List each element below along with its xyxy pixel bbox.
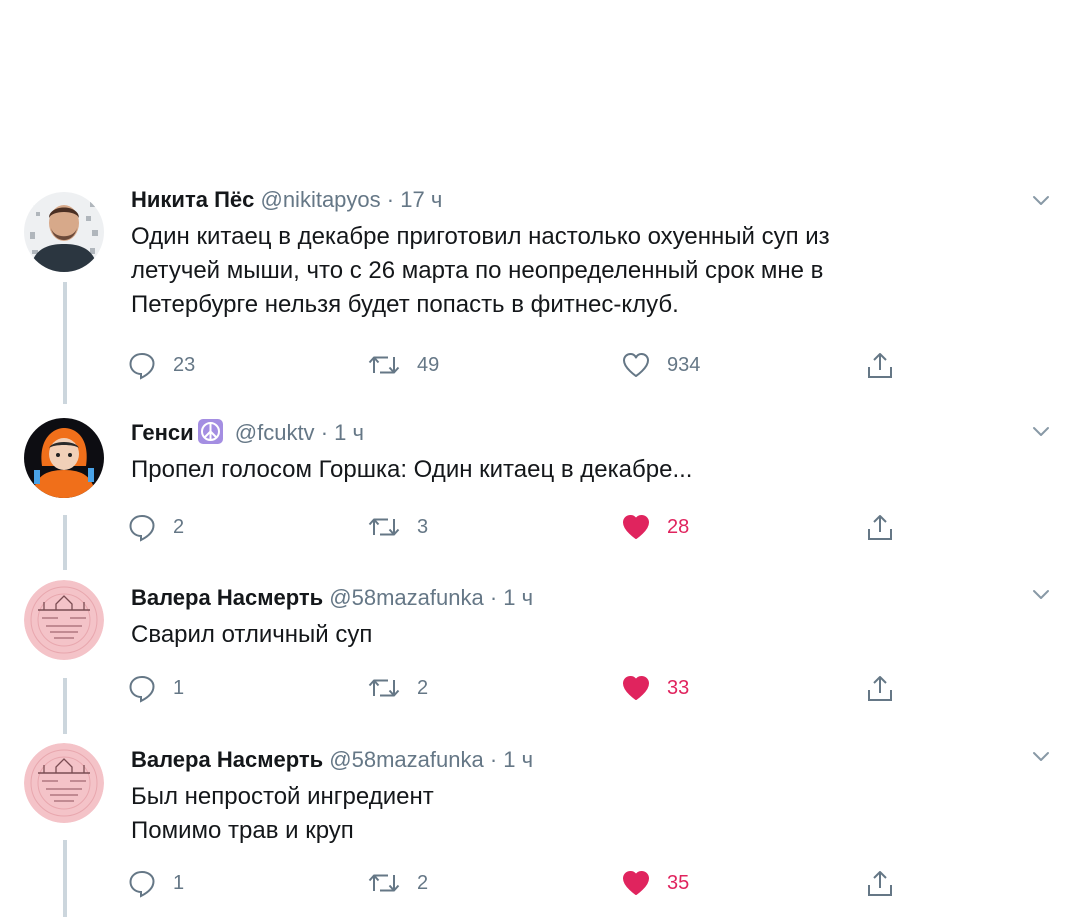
avatar[interactable] [24, 743, 104, 823]
heart-filled-icon [621, 868, 651, 898]
tweet-text: Пропел голосом Горшка: Один китаец в дек… [131, 453, 1052, 487]
tweet-actions: 1 2 35 [127, 866, 1027, 900]
thread-line [63, 678, 67, 734]
reply-button[interactable]: 23 [127, 348, 195, 382]
retweet-button[interactable]: 2 [367, 671, 428, 705]
reply-count: 1 [173, 676, 185, 699]
like-count: 934 [667, 353, 701, 376]
author-handle[interactable]: @fcuktv [235, 420, 315, 445]
heart-filled-icon [621, 673, 651, 703]
reply-icon [127, 350, 157, 380]
reply-count: 23 [173, 353, 196, 376]
retweet-button[interactable]: 49 [367, 348, 439, 382]
tweet-text: Был непростой ингредиент Помимо трав и к… [131, 780, 1052, 848]
avatar[interactable] [24, 580, 104, 660]
heart-icon [621, 350, 651, 380]
share-icon [865, 868, 895, 898]
share-button[interactable] [865, 866, 895, 900]
tweet-content: Никита Пёс @nikitapyos · 17 ч Один китае… [131, 186, 1052, 322]
separator-dot: · [489, 585, 498, 610]
tweet-content: Валера Насмерть @58mazafunka · 1 ч Был н… [131, 746, 1052, 848]
reply-button[interactable]: 1 [127, 671, 184, 705]
thread-line [63, 282, 67, 404]
tweet-text: Один китаец в декабре приготовил настоль… [131, 220, 1052, 322]
author-name[interactable]: Никита Пёс [131, 187, 254, 212]
author-name[interactable]: Генси [131, 420, 194, 445]
tweet-text-line: Помимо трав и круп [131, 817, 354, 844]
tweet-text-line: летучей мыши, что с 26 марта по неопреде… [131, 257, 824, 284]
retweet-count: 3 [417, 515, 429, 538]
chevron-down-icon[interactable] [1030, 746, 1052, 768]
tweet[interactable] [0, 0, 1080, 272]
tweet-text: Сварил отличный суп [131, 618, 1052, 652]
tweet-text-line: Был непростой ингредиент [131, 783, 434, 810]
author-handle[interactable]: @nikitapyos [260, 187, 380, 212]
chevron-down-icon[interactable] [1030, 190, 1052, 212]
thread-line [63, 515, 67, 570]
tweet-actions: 23 49 934 [127, 348, 1027, 382]
tweet-actions: 2 3 28 [127, 510, 1027, 544]
reply-button[interactable]: 2 [127, 510, 184, 544]
like-button[interactable]: 934 [621, 348, 700, 382]
retweet-icon [367, 673, 401, 703]
like-count: 33 [667, 676, 690, 699]
tweet-header: Генси @fcuktv · 1 ч [131, 419, 1052, 447]
author-handle[interactable]: @58mazafunka [329, 585, 483, 610]
like-button[interactable]: 28 [621, 510, 689, 544]
peace-symbol-icon [197, 419, 223, 444]
like-count: 28 [667, 515, 690, 538]
tweet-content: Валера Насмерть @58mazafunka · 1 ч Свари… [131, 584, 1052, 652]
reply-count: 2 [173, 515, 185, 538]
reply-icon [127, 512, 157, 542]
tweet-time[interactable]: 1 ч [503, 585, 533, 610]
separator-dot: · [386, 187, 395, 212]
tweet-time[interactable]: 1 ч [334, 420, 364, 445]
retweet-icon [367, 868, 401, 898]
retweet-icon [367, 512, 401, 542]
tweet-header: Валера Насмерть @58mazafunka · 1 ч [131, 584, 1052, 612]
reply-count: 1 [173, 871, 185, 894]
tweet-time[interactable]: 17 ч [400, 187, 442, 212]
top-blank-area [0, 0, 1080, 168]
share-button[interactable] [865, 348, 895, 382]
tweet-actions: 1 2 33 [127, 671, 1027, 705]
tweet-header: Никита Пёс @nikitapyos · 17 ч [131, 186, 1052, 214]
author-name[interactable]: Валера Насмерть [131, 585, 323, 610]
reply-icon [127, 673, 157, 703]
like-count: 35 [667, 871, 690, 894]
reply-icon [127, 868, 157, 898]
share-button[interactable] [865, 510, 895, 544]
reply-button[interactable]: 1 [127, 866, 184, 900]
tweet-text-line: Пропел голосом Горшка: Один китаец в дек… [131, 456, 693, 483]
tweet-header: Валера Насмерть @58mazafunka · 1 ч [131, 746, 1052, 774]
tweet-content: Генси @fcuktv · 1 ч Пропел голосом Горшк… [131, 419, 1052, 487]
tweet-text-line: Один китаец в декабре приготовил настоль… [131, 223, 830, 250]
author-name[interactable]: Валера Насмерть [131, 747, 323, 772]
avatar[interactable] [24, 418, 104, 498]
heart-filled-icon [621, 512, 651, 542]
chevron-down-icon[interactable] [1030, 584, 1052, 606]
share-icon [865, 350, 895, 380]
share-icon [865, 673, 895, 703]
tweet-text-line: Сварил отличный суп [131, 621, 373, 648]
author-handle[interactable]: @58mazafunka [329, 747, 483, 772]
retweet-count: 2 [417, 871, 429, 894]
tweet-text-line: Петербурге нельзя будет попасть в фитнес… [131, 291, 679, 318]
retweet-count: 49 [417, 353, 440, 376]
avatar[interactable] [24, 192, 104, 272]
like-button[interactable]: 33 [621, 671, 689, 705]
share-icon [865, 512, 895, 542]
tweet-time[interactable]: 1 ч [503, 747, 533, 772]
share-button[interactable] [865, 671, 895, 705]
retweet-icon [367, 350, 401, 380]
separator-dot: · [489, 747, 498, 772]
retweet-button[interactable]: 2 [367, 866, 428, 900]
separator-dot: · [320, 420, 329, 445]
retweet-count: 2 [417, 676, 429, 699]
like-button[interactable]: 35 [621, 866, 689, 900]
retweet-button[interactable]: 3 [367, 510, 428, 544]
thread-line [63, 840, 67, 917]
chevron-down-icon[interactable] [1030, 421, 1052, 443]
